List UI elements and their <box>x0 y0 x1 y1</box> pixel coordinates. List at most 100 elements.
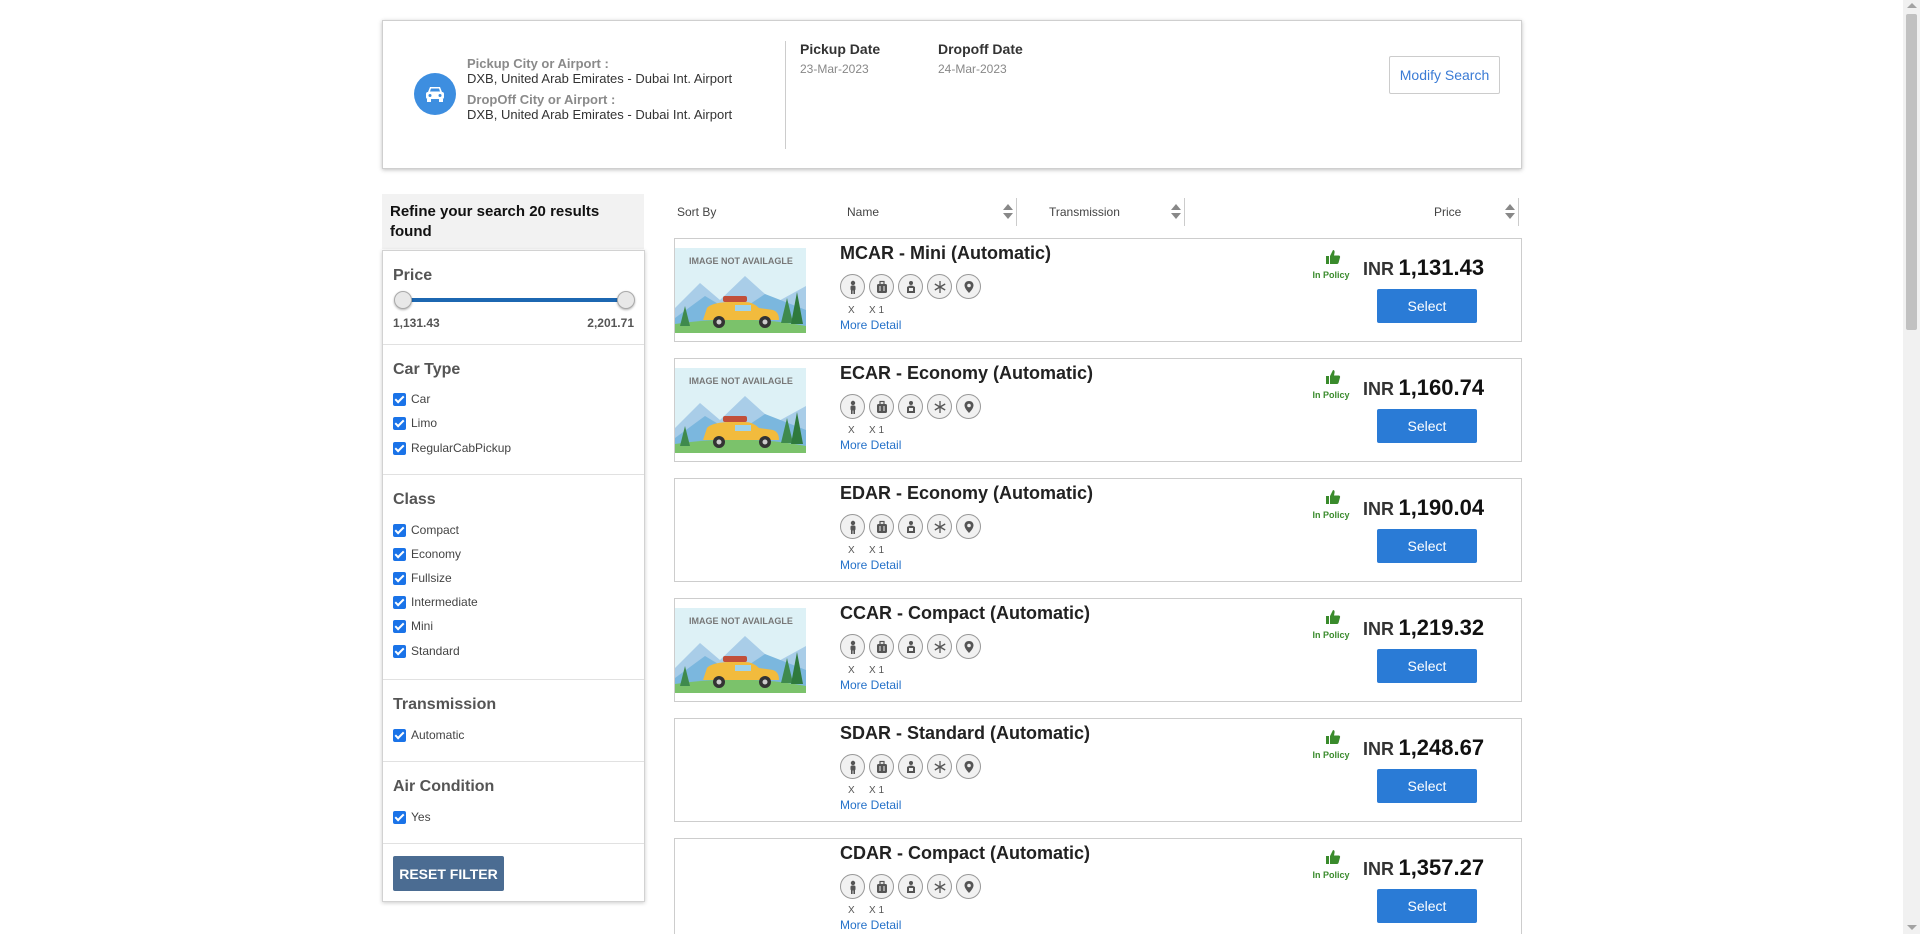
more-detail-link[interactable]: More Detail <box>840 438 901 452</box>
checkbox-checked-icon[interactable] <box>393 619 406 633</box>
image-not-available-text: IMAGE NOT AVAILAGLE <box>689 256 793 266</box>
sort-bar: Sort By Name Transmission Price <box>674 196 1520 228</box>
car-seat-icon <box>898 874 923 899</box>
divider <box>785 41 786 149</box>
price-slider-min-handle[interactable] <box>394 291 412 309</box>
luggage-icon <box>869 634 894 659</box>
image-not-available-text: IMAGE NOT AVAILAGLE <box>689 616 793 626</box>
more-detail-link[interactable]: More Detail <box>840 798 901 812</box>
gps-icon <box>956 874 981 899</box>
thumbs-up-icon <box>1326 250 1341 264</box>
sort-by-label: Sort By <box>677 205 717 219</box>
checkbox-checked-icon[interactable] <box>393 547 406 561</box>
price-slider-max-handle[interactable] <box>617 291 635 309</box>
transmission-title: Transmission <box>393 696 497 713</box>
price-slider-track[interactable] <box>403 298 626 302</box>
class-filter: Class <box>383 491 644 509</box>
select-button[interactable]: Select <box>1377 769 1477 803</box>
dropoff-date-block: Dropoff Date 24-Mar-2023 <box>938 41 1023 76</box>
checkbox-limo[interactable]: Limo <box>393 416 437 430</box>
checkbox-standard[interactable]: Standard <box>393 644 460 658</box>
checkbox-label: Mini <box>411 619 434 633</box>
divider <box>383 761 644 762</box>
checkbox-checked-icon[interactable] <box>393 728 406 742</box>
person-icon <box>840 754 865 779</box>
checkbox-ac-yes[interactable]: Yes <box>393 810 431 824</box>
car-type-title: Car Type <box>393 361 461 378</box>
scrollbar-thumb[interactable] <box>1906 14 1917 330</box>
gps-icon <box>956 394 981 419</box>
checkbox-label: Economy <box>411 547 462 561</box>
sort-transmission-label: Transmission <box>1049 205 1120 219</box>
refine-heading: Refine your search 20 results found <box>382 194 644 249</box>
checkbox-checked-icon[interactable] <box>393 810 406 824</box>
checkbox-checked-icon[interactable] <box>393 523 406 537</box>
checkbox-automatic[interactable]: Automatic <box>393 728 464 742</box>
checkbox-fullsize[interactable]: Fullsize <box>393 571 452 585</box>
gps-icon <box>956 754 981 779</box>
checkbox-car[interactable]: Car <box>393 392 430 406</box>
price-amount: 1,190.04 <box>1398 495 1485 520</box>
more-detail-link[interactable]: More Detail <box>840 678 901 692</box>
car-image-placeholder: IMAGE NOT AVAILAGLE <box>675 248 806 333</box>
checkbox-intermediate[interactable]: Intermediate <box>393 595 478 609</box>
sort-transmission-column[interactable]: Transmission <box>1049 196 1179 228</box>
currency: INR <box>1363 379 1394 399</box>
modify-search-button[interactable]: Modify Search <box>1389 56 1500 94</box>
more-detail-link[interactable]: More Detail <box>840 318 901 332</box>
thumbs-up-icon <box>1326 490 1341 504</box>
in-policy-badge: In Policy <box>1312 369 1353 400</box>
checkbox-label: Car <box>411 392 431 406</box>
currency: INR <box>1363 739 1394 759</box>
select-button[interactable]: Select <box>1377 889 1477 923</box>
in-policy-badge: In Policy <box>1312 249 1353 280</box>
passenger-count: X <box>848 905 855 916</box>
price: INR 1,160.74 <box>1363 375 1484 401</box>
more-detail-link[interactable]: More Detail <box>840 918 901 932</box>
select-button[interactable]: Select <box>1377 529 1477 563</box>
checkbox-checked-icon[interactable] <box>393 416 406 430</box>
sort-price-label: Price <box>1434 205 1462 219</box>
result-card: IMAGE NOT AVAILAGLE MCAR - Mini (Automati… <box>674 238 1522 342</box>
in-policy-text: In Policy <box>1312 510 1350 520</box>
select-button[interactable]: Select <box>1377 649 1477 683</box>
feature-icons <box>840 874 981 899</box>
result-card: CDAR - Compact (Automatic) X X 1 More Detai… <box>674 838 1522 934</box>
pickup-date-block: Pickup Date 23-Mar-2023 <box>800 41 880 76</box>
checkbox-compact[interactable]: Compact <box>393 523 459 537</box>
feature-icons <box>840 274 981 299</box>
in-policy-text: In Policy <box>1312 270 1350 280</box>
select-button[interactable]: Select <box>1377 409 1477 443</box>
scroll-up-icon[interactable] <box>1907 3 1917 8</box>
reset-filter-button[interactable]: RESET FILTER <box>393 856 504 891</box>
sort-price-arrows-icon[interactable] <box>1505 203 1515 221</box>
thumbs-up-icon <box>1326 370 1341 384</box>
checkbox-regularcabpickup[interactable]: RegularCabPickup <box>393 441 511 455</box>
scroll-down-icon[interactable] <box>1907 925 1917 930</box>
luggage-count: X 1 <box>869 785 885 796</box>
checkbox-economy[interactable]: Economy <box>393 547 461 561</box>
feature-icons <box>840 394 981 419</box>
checkbox-checked-icon[interactable] <box>393 441 406 455</box>
pickup-value: DXB, United Arab Emirates - Dubai Int. A… <box>467 71 733 86</box>
sort-name-arrows-icon[interactable] <box>1003 203 1013 221</box>
checkbox-label: Compact <box>411 523 460 537</box>
class-title: Class <box>393 491 436 508</box>
checkbox-checked-icon[interactable] <box>393 392 406 406</box>
checkbox-checked-icon[interactable] <box>393 644 406 658</box>
checkbox-label: Intermediate <box>411 595 478 609</box>
thumbs-up-icon <box>1326 850 1341 864</box>
checkbox-checked-icon[interactable] <box>393 571 406 585</box>
feature-icons <box>840 754 981 779</box>
checkbox-checked-icon[interactable] <box>393 595 406 609</box>
price: INR 1,248.67 <box>1363 735 1484 761</box>
car-icon <box>414 73 456 115</box>
more-detail-link[interactable]: More Detail <box>840 558 901 572</box>
sort-name-column[interactable]: Name <box>847 196 1015 228</box>
in-policy-badge: In Policy <box>1312 489 1353 520</box>
select-button[interactable]: Select <box>1377 289 1477 323</box>
sort-transmission-arrows-icon[interactable] <box>1171 203 1181 221</box>
checkbox-mini[interactable]: Mini <box>393 619 433 633</box>
luggage-icon <box>869 514 894 539</box>
sort-price-column[interactable]: Price <box>1434 196 1461 228</box>
